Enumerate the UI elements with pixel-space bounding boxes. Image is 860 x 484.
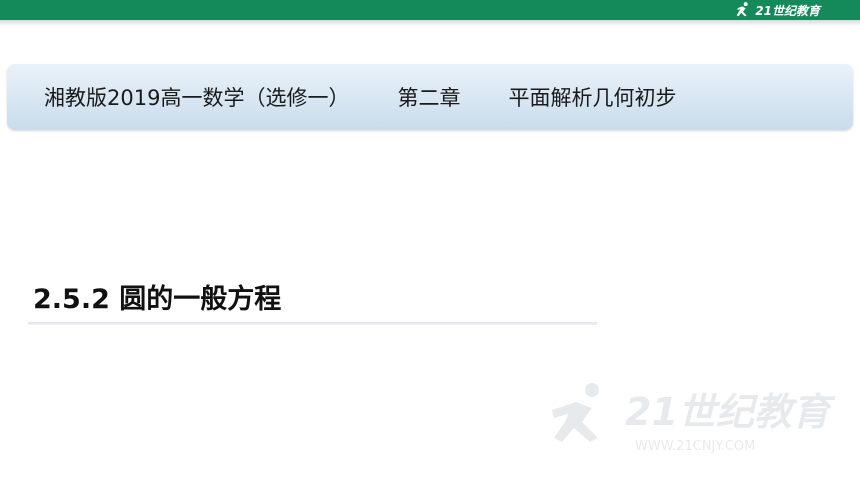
course-name: 湘教版2019高一数学（选修一）: [44, 86, 350, 110]
topic-name: 平面解析几何初步: [508, 86, 677, 110]
title-underline: [28, 322, 597, 325]
slide: 21世纪教育 湘教版2019高一数学（选修一） 第二章 平面解析几何初步 2.5…: [0, 0, 860, 484]
runner-icon: [736, 2, 748, 17]
brand-logo-text: 21世纪教育: [755, 3, 820, 18]
top-bar-shadow: [0, 20, 860, 26]
lesson-title: 2.5.2 圆的一般方程: [33, 284, 282, 315]
top-bar: 21世纪教育: [0, 0, 860, 20]
brand-logo: 21世纪教育: [734, 1, 820, 19]
header-band: 湘教版2019高一数学（选修一） 第二章 平面解析几何初步: [7, 64, 853, 130]
watermark-url: WWW.21CNJY.COM: [635, 439, 755, 454]
watermark-text: 21世纪教育: [625, 390, 836, 434]
chapter-name: 第二章: [397, 86, 461, 110]
watermark-logo: 21世纪教育 WWW.21CNJY.COM: [552, 383, 836, 454]
